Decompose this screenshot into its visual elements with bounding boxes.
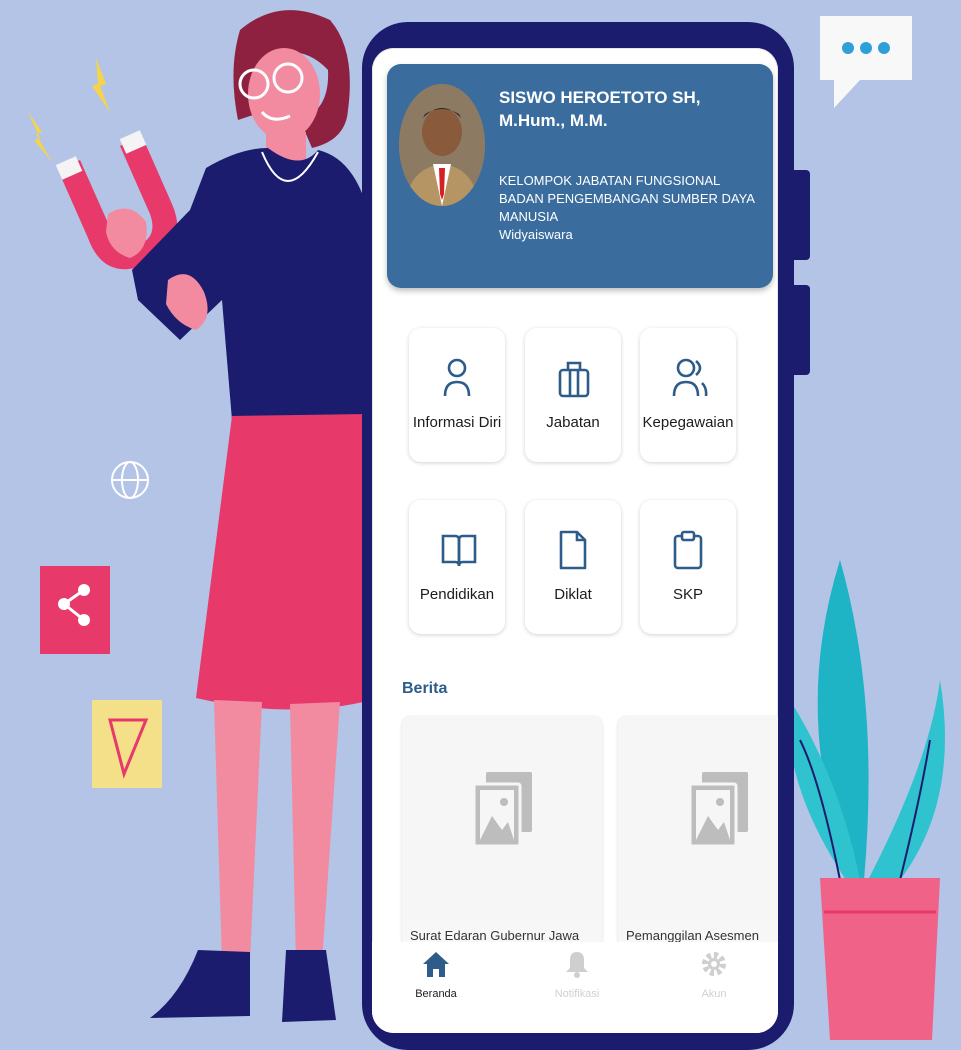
profile-unit: KELOMPOK JABATAN FUNGSIONAL [499, 173, 721, 188]
book-icon [441, 534, 477, 567]
profile-department: BADAN PENGEMBANGAN SUMBER DAYA MANUSIA [499, 191, 755, 224]
profile-details: KELOMPOK JABATAN FUNGSIONAL BADAN PENGEM… [499, 172, 769, 244]
bell-icon [566, 952, 588, 978]
menu-jabatan[interactable]: Jabatan [525, 328, 621, 462]
menu-label: Informasi Diri [412, 414, 502, 431]
nav-notifikasi[interactable]: Notifikasi [537, 950, 617, 1000]
menu-label: Diklat [554, 586, 592, 603]
profile-name: SISWO HEROETOTO SH, M.Hum., M.M. [499, 88, 701, 130]
menu-skp[interactable]: SKP [640, 500, 736, 634]
user-icon [443, 358, 471, 397]
phone-side-button [794, 285, 810, 375]
users-icon [672, 358, 708, 397]
phone-side-button [794, 170, 810, 260]
profile-card[interactable]: SISWO HEROETOTO SH, M.Hum., M.M. KELOMPO… [387, 64, 773, 288]
news-card[interactable]: Surat Edaran Gubernur Jawa [402, 716, 602, 946]
share-card [40, 566, 110, 654]
nav-akun[interactable]: Akun [674, 950, 754, 1000]
chat-bubble [820, 16, 912, 108]
menu-informasi-diri[interactable]: Informasi Diri [409, 328, 505, 462]
news-title: Surat Edaran Gubernur Jawa [410, 928, 580, 943]
clipboard-icon [673, 530, 703, 570]
gear-icon [702, 952, 726, 976]
menu-label: Jabatan [546, 414, 600, 431]
nav-label: Beranda [415, 988, 457, 1000]
menu-diklat[interactable]: Diklat [525, 500, 621, 634]
nav-label: Notifikasi [554, 988, 600, 1000]
lightning-icon [92, 58, 110, 112]
home-icon [423, 952, 449, 977]
menu-label: SKP [672, 586, 703, 603]
plant-pot [820, 878, 940, 1040]
lightning-icon [28, 112, 52, 162]
avatar [399, 84, 485, 206]
menu-pendidikan[interactable]: Pendidikan [409, 500, 505, 634]
news-image-placeholder [402, 716, 602, 922]
news-heading: Berita [402, 680, 448, 697]
menu-kepegawaian[interactable]: Kepegawaian [640, 328, 736, 462]
file-icon [559, 530, 587, 570]
news-image-placeholder [618, 716, 778, 922]
bottom-navigation: Beranda Notifikasi Akun [372, 942, 778, 1033]
news-title: Pemanggilan Asesmen [626, 928, 759, 943]
nav-label: Akun [701, 988, 727, 1000]
menu-label: Pendidikan [419, 586, 495, 603]
briefcase-icon [558, 361, 590, 398]
phone-screen: SISWO HEROETOTO SH, M.Hum., M.M. KELOMPO… [372, 48, 778, 1033]
news-card[interactable]: Pemanggilan Asesmen [618, 716, 778, 946]
profile-position: Widyaiswara [499, 227, 573, 242]
nav-beranda[interactable]: Beranda [396, 950, 476, 1000]
image-placeholder-icon [472, 772, 532, 848]
send-card [92, 700, 162, 788]
image-placeholder-icon [688, 772, 748, 848]
menu-label: Kepegawaian [642, 414, 734, 431]
